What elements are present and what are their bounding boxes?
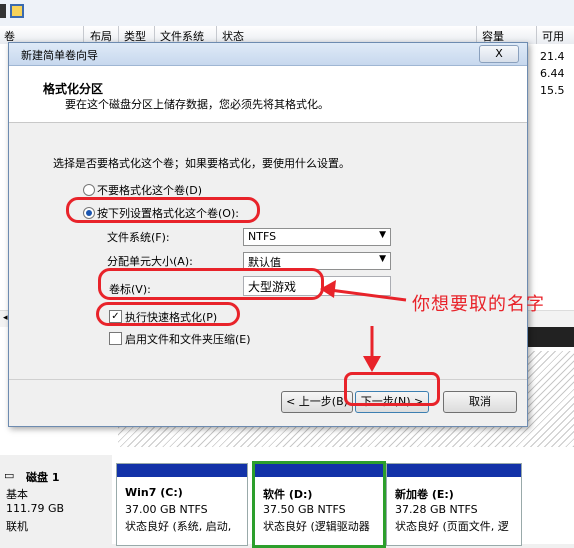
arrow-to-label <box>329 288 407 302</box>
arrowhead-left <box>320 280 336 298</box>
annotation-arrows <box>320 280 407 372</box>
arrowhead-down <box>363 356 381 372</box>
annotation-text: 你想要取的名字 <box>412 294 545 315</box>
